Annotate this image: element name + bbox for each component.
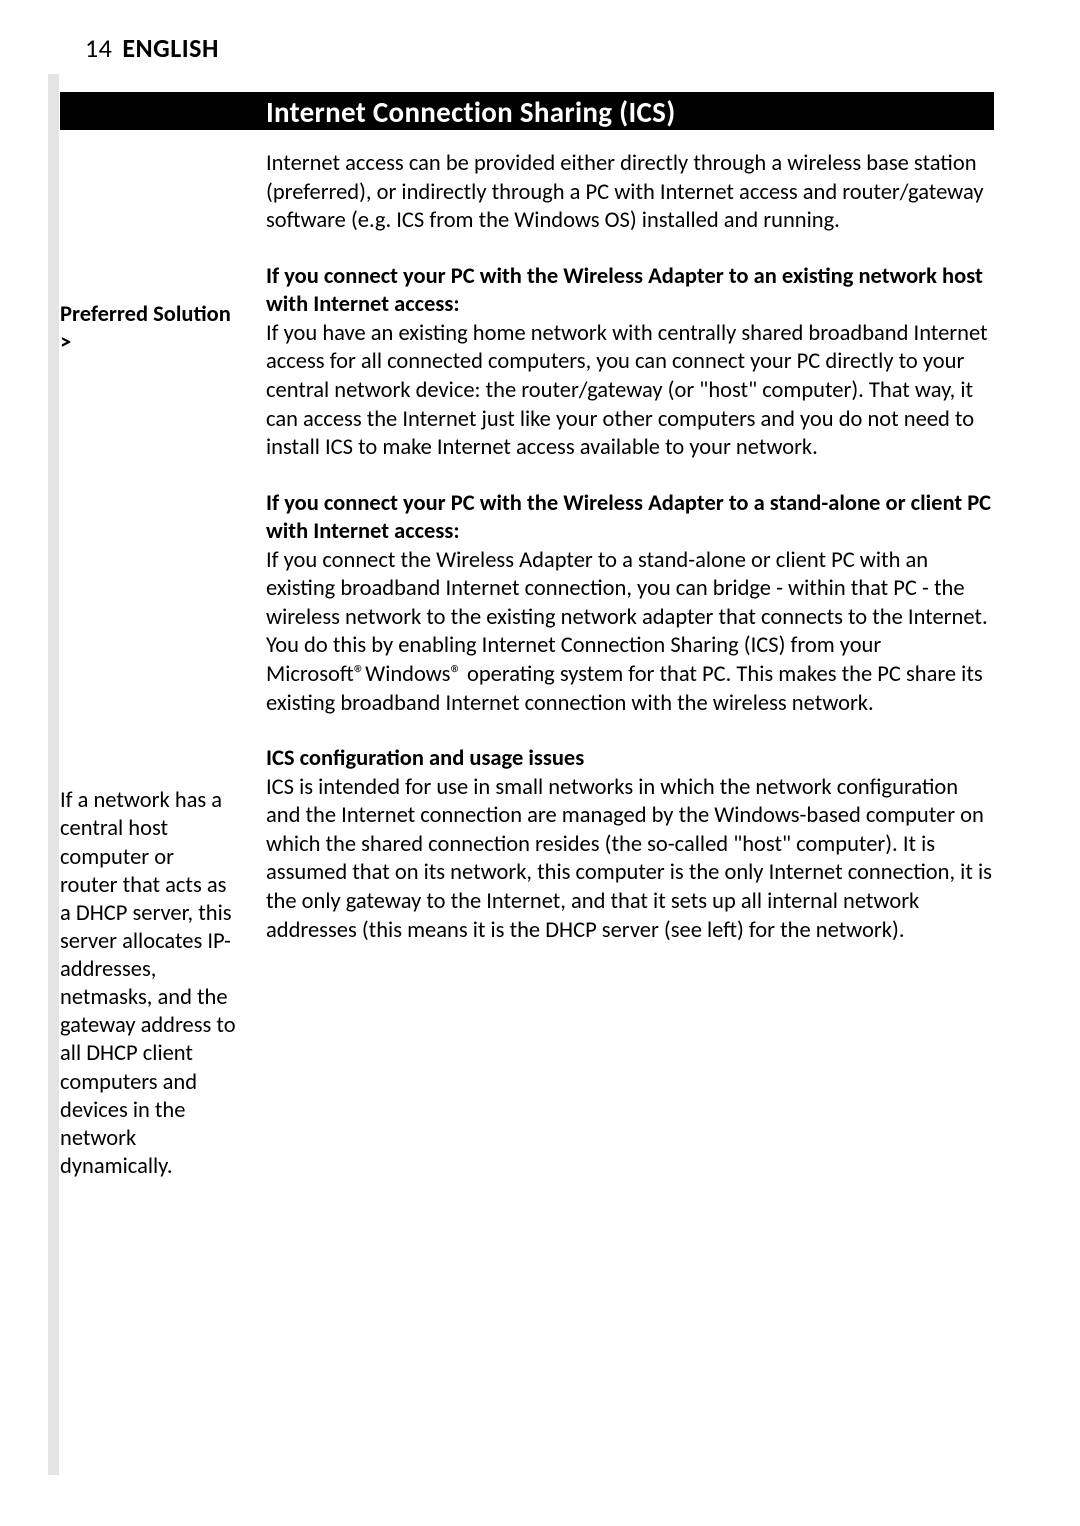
dhcp-sidebar-note: If a network has a central host computer…	[60, 787, 236, 1181]
section-ics-config: ICS configuration and usage issues ICS i…	[266, 745, 994, 945]
section-standalone-pc: If you connect your PC with the Wireless…	[266, 490, 994, 719]
language-label: ENGLISH	[122, 32, 219, 64]
preferred-solution-note: Preferred Solution >	[60, 301, 236, 357]
page-number: 14	[85, 32, 112, 64]
section-heading: If you connect your PC with the Wireless…	[266, 490, 994, 547]
section-existing-host: If you connect your PC with the Wireless…	[266, 263, 994, 463]
page-header: 14 ENGLISH	[85, 32, 219, 64]
dhcp-note-post: server, this server allocates IP-address…	[60, 900, 236, 1180]
section-body: If you connect the Wireless Adapter to a…	[266, 547, 994, 718]
section-body: If you have an existing home network wit…	[266, 320, 994, 463]
left-margin-column: Preferred Solution > If a network has a …	[60, 148, 266, 1181]
content-area: Preferred Solution > If a network has a …	[60, 148, 994, 1181]
page: 14 ENGLISH Internet Connection Sharing (I…	[0, 0, 1080, 1526]
section-heading: If you connect your PC with the Wireless…	[266, 263, 994, 320]
section-heading: ICS configuration and usage issues	[266, 745, 994, 774]
section-title: Internet Connection Sharing (ICS)	[266, 94, 676, 130]
section-body: ICS is intended for use in small network…	[266, 774, 994, 945]
intro-paragraph: Internet access can be provided either d…	[266, 150, 994, 236]
main-text-column: Internet access can be provided either d…	[266, 148, 994, 1181]
sidebar-stripe	[48, 74, 59, 1475]
dhcp-bold: DHCP	[76, 900, 127, 927]
